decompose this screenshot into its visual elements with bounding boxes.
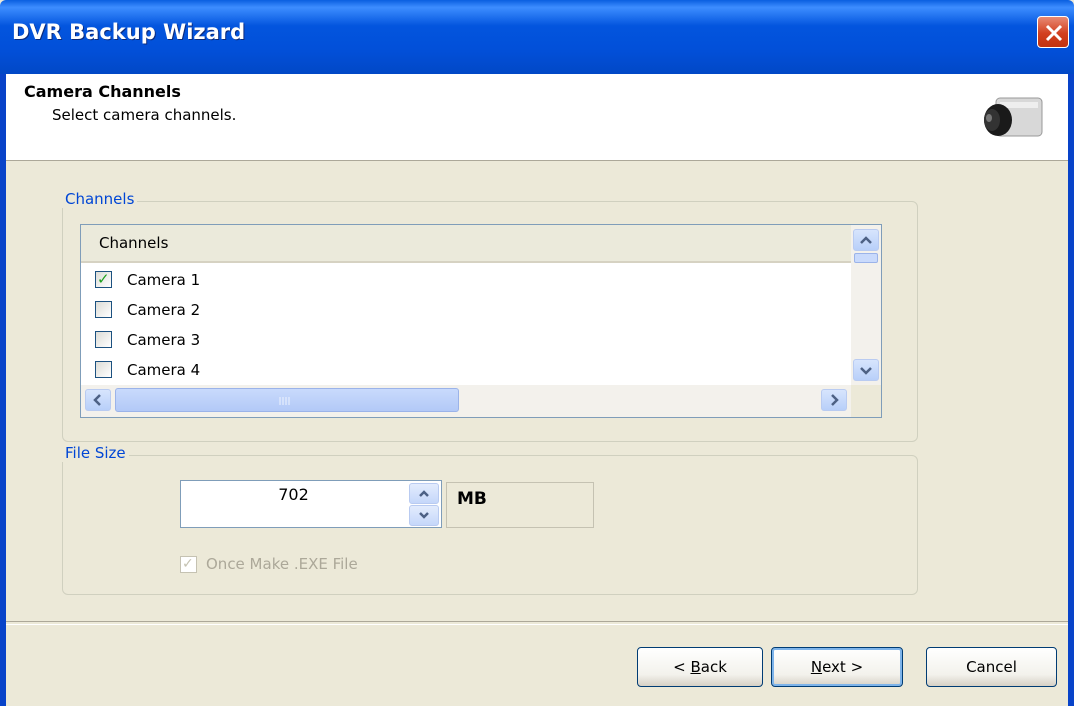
chevron-down-icon	[419, 512, 429, 519]
page-title: Camera Channels	[24, 82, 181, 101]
chevron-up-icon	[860, 236, 872, 244]
title-bar[interactable]: DVR Backup Wizard	[0, 0, 1074, 74]
checkmark-icon: ✓	[182, 556, 194, 572]
scroll-up-button[interactable]	[853, 229, 879, 251]
camera-2-checkbox[interactable]	[95, 301, 112, 318]
grip-icon	[279, 397, 290, 405]
spin-up-button[interactable]	[409, 483, 439, 504]
next-button-rest: ext >	[822, 658, 864, 676]
vertical-scrollbar[interactable]	[851, 225, 881, 385]
chevron-down-icon	[860, 367, 872, 375]
list-item[interactable]: ✓ Camera 1	[95, 267, 835, 295]
window-frame-right	[1068, 74, 1074, 706]
cancel-button[interactable]: Cancel	[926, 647, 1057, 687]
close-button[interactable]	[1037, 16, 1069, 48]
list-item-label: Camera 3	[127, 331, 201, 349]
list-item-label: Camera 2	[127, 301, 201, 319]
footer-divider	[6, 621, 1068, 625]
unit-label: MB	[457, 489, 487, 509]
close-icon	[1045, 24, 1063, 42]
back-button-rest: ack	[700, 658, 727, 676]
horizontal-scrollbar[interactable]	[81, 385, 851, 417]
checkmark-icon: ✓	[97, 270, 110, 288]
camera-1-checkbox[interactable]: ✓	[95, 271, 112, 288]
unit-label-box: MB	[446, 482, 594, 528]
window-frame-left	[0, 74, 6, 706]
chevron-right-icon	[831, 394, 839, 406]
cancel-button-label: Cancel	[966, 658, 1017, 676]
list-item[interactable]: Camera 4	[95, 357, 835, 385]
column-header-label: Channels	[99, 234, 169, 252]
next-button[interactable]: Next >	[771, 647, 903, 687]
back-button[interactable]: < Back	[637, 647, 763, 687]
back-button-prefix: <	[673, 658, 691, 676]
spin-down-button[interactable]	[409, 505, 439, 526]
channel-list[interactable]: Channels ✓ Camera 1 Camera 2 Camera 3 Ca…	[80, 224, 882, 418]
back-button-accel: B	[690, 658, 701, 676]
next-button-accel: N	[810, 658, 823, 676]
exe-checkbox[interactable]: ✓	[180, 556, 197, 573]
file-size-spinner[interactable]: 702	[180, 480, 442, 528]
column-header-channels[interactable]: Channels	[81, 225, 851, 263]
chevron-up-icon	[419, 490, 429, 497]
scroll-right-button[interactable]	[821, 389, 847, 411]
list-item-label: Camera 4	[127, 361, 201, 379]
camera-4-checkbox[interactable]	[95, 361, 112, 378]
chevron-left-icon	[93, 394, 101, 406]
page-subtitle: Select camera channels.	[52, 106, 237, 124]
list-item[interactable]: Camera 2	[95, 297, 835, 325]
list-item[interactable]: Camera 3	[95, 327, 835, 355]
list-item-label: Camera 1	[127, 271, 201, 289]
channels-group-label: Channels	[62, 190, 138, 208]
exe-checkbox-label: Once Make .EXE File	[206, 555, 358, 573]
window-title: DVR Backup Wizard	[12, 20, 246, 44]
horizontal-scroll-thumb[interactable]	[115, 388, 459, 412]
vertical-scroll-thumb[interactable]	[854, 253, 878, 263]
scroll-left-button[interactable]	[85, 389, 111, 411]
wizard-header: Camera Channels Select camera channels.	[6, 74, 1068, 161]
camera-3-checkbox[interactable]	[95, 331, 112, 348]
scrollbar-corner	[851, 385, 881, 417]
file-size-group-label: File Size	[62, 444, 129, 462]
scroll-down-button[interactable]	[853, 359, 879, 381]
file-size-input[interactable]: 702	[181, 485, 406, 504]
camera-icon	[984, 97, 1043, 137]
